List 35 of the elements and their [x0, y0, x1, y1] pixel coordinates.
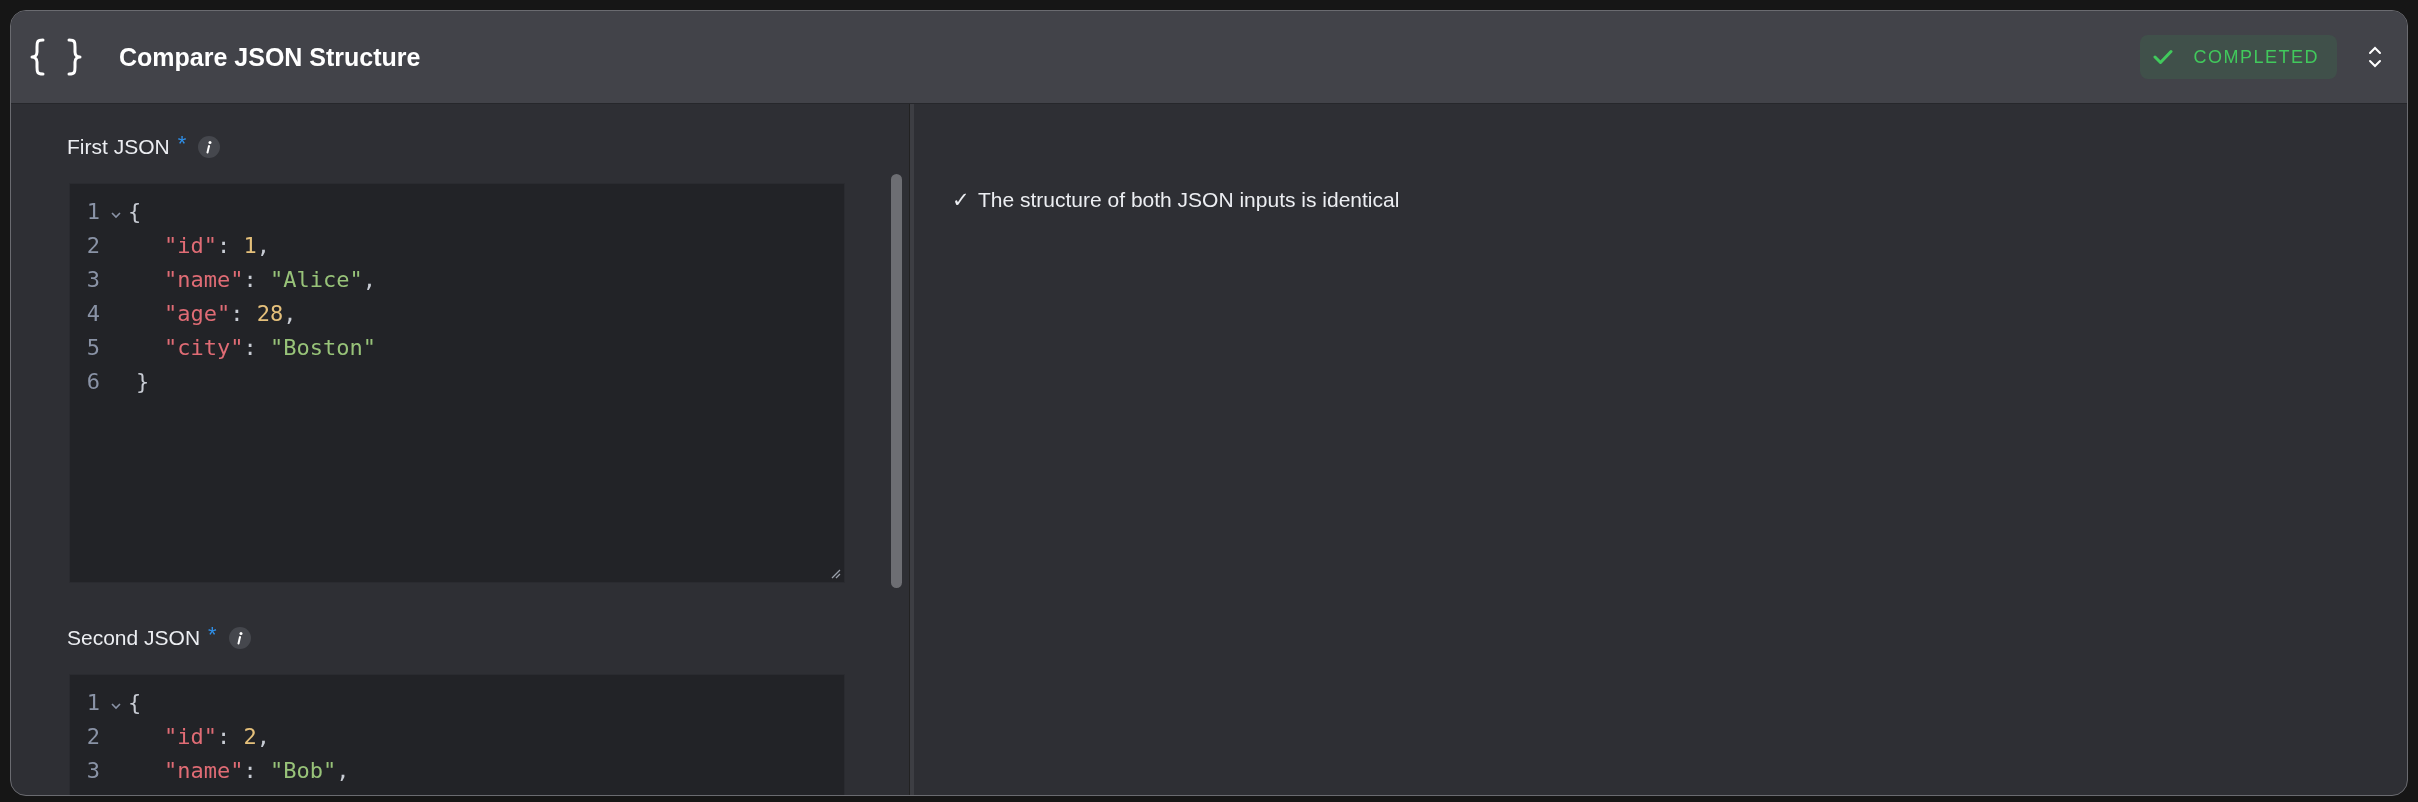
line-number: 3 — [85, 266, 100, 292]
line-number: 5 — [85, 334, 100, 360]
code-editor[interactable]: 1 { 2 "id": 1, 3 "name": "Alice", 4 "age": 28, 5 "city": "Boston" 6 } — [69, 183, 845, 583]
field-label: First JSON — [67, 135, 170, 159]
code-line: } — [136, 368, 150, 394]
check-mark: ✓ — [952, 188, 970, 212]
line-number: 4 — [85, 300, 100, 326]
code-line: "name": "Bob", — [163, 757, 350, 783]
scrollbar-thumb[interactable] — [891, 174, 902, 588]
code-editor[interactable]: 1 { 2 "id": 2, 3 "name": "Bob", — [69, 674, 845, 795]
line-number: 1 — [85, 198, 100, 224]
info-icon[interactable] — [198, 136, 221, 158]
required-asterisk: * — [177, 131, 187, 157]
info-icon[interactable] — [228, 627, 251, 649]
code-line: "id": 1, — [163, 232, 270, 258]
code-line: "age": 28, — [163, 300, 297, 326]
line-number: 1 — [85, 689, 100, 715]
result-message: The structure of both JSON inputs is identical — [978, 188, 1400, 212]
expand-collapse-icon[interactable] — [2367, 44, 2383, 70]
resize-handle-icon[interactable] — [829, 567, 841, 579]
status-badge: COMPLETED — [2140, 35, 2337, 79]
required-asterisk: * — [208, 622, 217, 648]
field-label: Second JSON — [67, 626, 201, 650]
code-line: { — [128, 198, 142, 224]
line-number: 2 — [85, 723, 100, 749]
braces-icon — [29, 37, 83, 77]
code-line: "city": "Boston" — [163, 334, 376, 360]
line-number: 6 — [85, 368, 100, 394]
line-number: 3 — [85, 757, 100, 783]
code-line: { — [128, 689, 142, 715]
code-line: "id": 2, — [163, 723, 270, 749]
check-icon — [2153, 49, 2174, 65]
code-line: "name": "Alice", — [163, 266, 376, 292]
line-number: 2 — [85, 232, 100, 258]
card-title: Compare JSON Structure — [119, 42, 422, 72]
